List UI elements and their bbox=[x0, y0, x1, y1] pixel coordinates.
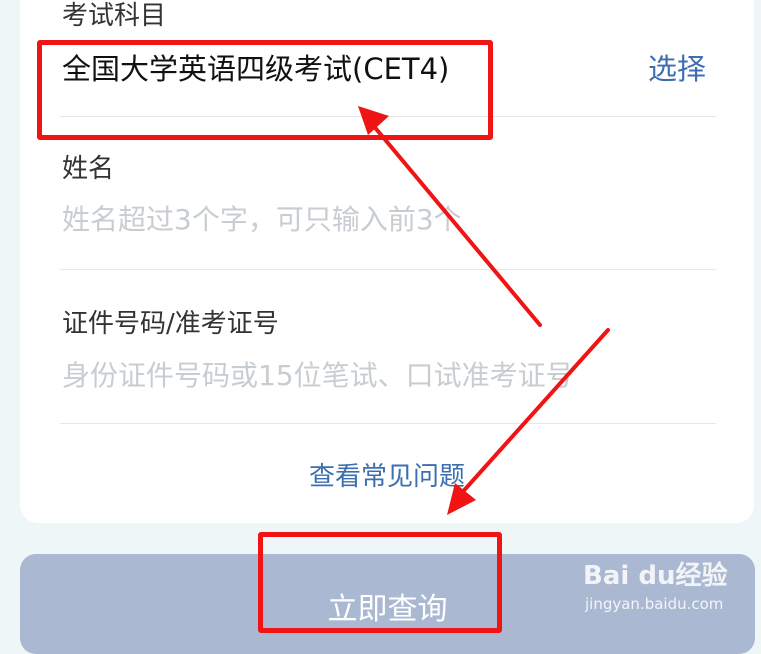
query-form-card: 考试科目 全国大学英语四级考试(CET4) 选择 姓名 姓名超过3个字，可只输入… bbox=[20, 0, 754, 523]
select-subject-button[interactable]: 选择 bbox=[648, 46, 706, 88]
id-number-input[interactable]: 身份证件号码或15位笔试、口试准考证号 bbox=[62, 354, 574, 394]
id-number-label: 证件号码/准考证号 bbox=[62, 309, 279, 339]
divider bbox=[60, 116, 716, 117]
query-button-label: 立即查询 bbox=[327, 592, 448, 627]
divider bbox=[60, 423, 716, 424]
name-input[interactable]: 姓名超过3个字，可只输入前3个 bbox=[62, 198, 462, 238]
name-label: 姓名 bbox=[62, 154, 115, 184]
faq-link[interactable]: 查看常见问题 bbox=[20, 456, 754, 493]
divider bbox=[60, 269, 716, 270]
subject-label: 考试科目 bbox=[62, 1, 167, 31]
query-button[interactable]: 立即查询 bbox=[20, 554, 755, 654]
subject-value[interactable]: 全国大学英语四级考试(CET4) bbox=[62, 46, 492, 88]
